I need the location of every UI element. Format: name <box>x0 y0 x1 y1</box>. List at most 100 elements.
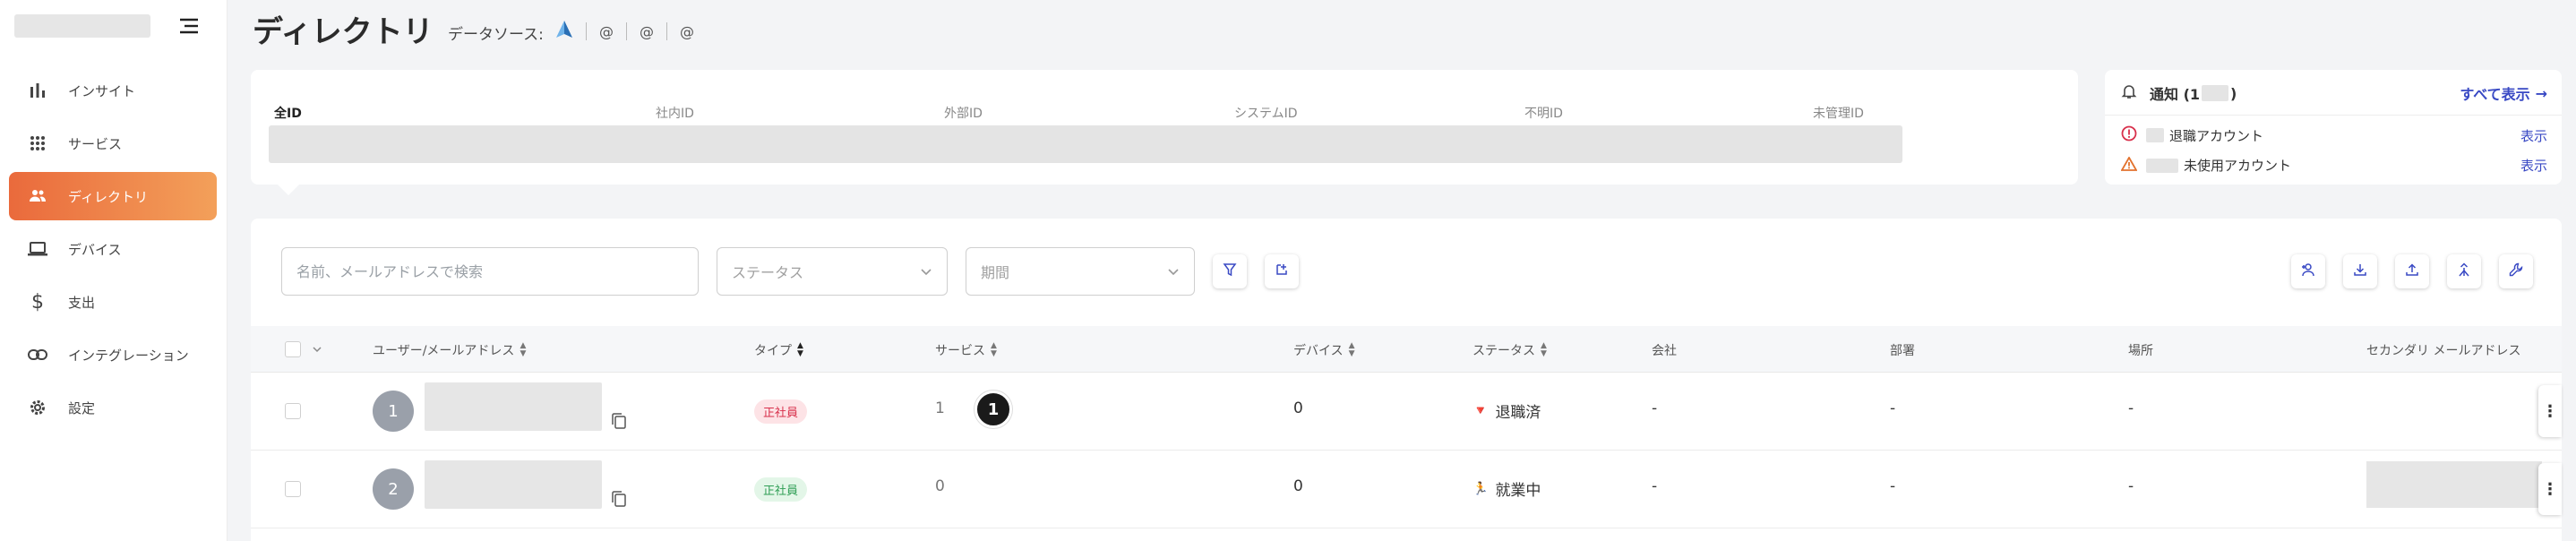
divider <box>586 22 587 40</box>
type-badge: 正社員 <box>754 399 808 424</box>
datasource-icons: @ @ @ <box>555 20 694 43</box>
sidebar-item-spending[interactable]: $ 支出 <box>9 278 217 326</box>
bell-icon <box>2121 83 2137 103</box>
sidebar-item-label: 設定 <box>68 399 96 416</box>
tab-unmanaged-id[interactable]: 未管理ID <box>1813 104 1864 122</box>
sidebar-item-label: インテグレーション <box>68 347 189 364</box>
row-menu-button[interactable]: ⋮ <box>2538 463 2562 515</box>
chevron-down-icon[interactable] <box>312 340 322 357</box>
warning-triangle-icon <box>2120 155 2138 175</box>
datasource-at-icon[interactable]: @ <box>599 23 614 40</box>
service-logo[interactable]: 1 <box>975 391 1012 428</box>
table-row[interactable]: 1 正社員 1 1 0 🔻 退職済 - - - ⋮ <box>251 373 2562 451</box>
select-all-checkbox[interactable] <box>285 341 301 357</box>
download-icon <box>2353 262 2367 280</box>
notification-count-placeholder <box>2146 128 2164 142</box>
tab-all-id[interactable]: 全ID <box>274 104 302 122</box>
tools-button[interactable] <box>2499 254 2533 288</box>
notification-title: 通知 (1 <box>2150 86 2201 103</box>
sidebar-item-insight[interactable]: インサイト <box>9 66 217 115</box>
avatar: 2 <box>373 468 414 510</box>
add-user-icon <box>2300 262 2316 280</box>
column-header-secondary-email: セカンダリ メールアドレス <box>2366 344 2521 358</box>
sidebar-item-devices[interactable]: デバイス <box>9 225 217 273</box>
sidebar-item-label: ディレクトリ <box>68 188 148 205</box>
kebab-icon: ⋮ <box>2542 401 2558 421</box>
tab-unknown-id[interactable]: 不明ID <box>1524 104 1563 122</box>
status-select-placeholder: ステータス <box>732 264 804 281</box>
view-link[interactable]: 表示 <box>2520 156 2547 175</box>
add-user-button[interactable] <box>2291 254 2325 288</box>
column-header-services[interactable]: サービス ▲ ▼ <box>935 341 997 359</box>
copy-icon[interactable] <box>611 490 627 508</box>
merge-icon <box>2457 262 2471 280</box>
id-distribution-bar <box>269 125 1902 163</box>
tab-system-id[interactable]: システムID <box>1234 104 1298 122</box>
status-select[interactable]: ステータス <box>717 247 948 296</box>
tab-internal-id[interactable]: 社内ID <box>656 104 694 122</box>
view-link[interactable]: 表示 <box>2520 126 2547 145</box>
link-icon <box>27 344 48 365</box>
status-label: 退職済 <box>1495 404 1541 422</box>
notification-count <box>2202 85 2229 101</box>
sidebar: インサイト サービス ディレクトリ デバイス $ 支出 インテグレーション 設定 <box>0 0 228 541</box>
sort-icon: ▲ ▼ <box>1348 341 1355 358</box>
sidebar-item-settings[interactable]: 設定 <box>9 383 217 432</box>
sidebar-item-services[interactable]: サービス <box>9 119 217 167</box>
chevron-down-icon <box>1167 263 1180 280</box>
datasource-logo-icon[interactable] <box>555 20 573 43</box>
company-cell: - <box>1652 477 1658 495</box>
status-active-icon: 🏃 <box>1473 481 1489 496</box>
status-cell: 🏃 就業中 <box>1473 477 1541 501</box>
wrench-icon <box>2509 262 2523 280</box>
location-cell: - <box>2128 477 2134 495</box>
sort-icon: ▲ ▼ <box>519 341 527 358</box>
sort-asc-icon: ▲ ▼ <box>797 341 803 358</box>
copy-icon[interactable] <box>611 412 627 430</box>
notification-label: 退職アカウント <box>2169 127 2264 144</box>
divider <box>2105 115 2562 116</box>
sidebar-nav: インサイト サービス ディレクトリ デバイス $ 支出 インテグレーション 設定 <box>9 66 217 436</box>
secondary-email-placeholder <box>2366 461 2542 508</box>
column-settings-button[interactable] <box>1265 254 1299 288</box>
datasource-at-icon[interactable]: @ <box>640 23 654 40</box>
datasource-at-icon[interactable]: @ <box>680 23 694 40</box>
column-header-user[interactable]: ユーザー/メールアドレス ▲ ▼ <box>373 341 526 359</box>
location-cell: - <box>2128 399 2134 417</box>
gear-icon <box>27 397 48 418</box>
alert-circle-icon <box>2121 125 2137 145</box>
row-checkbox[interactable] <box>285 403 301 419</box>
table-row[interactable]: 2 正社員 0 0 🏃 就業中 - - - ⋮ <box>251 451 2562 528</box>
filter-button[interactable] <box>1213 254 1247 288</box>
tab-external-id[interactable]: 外部ID <box>944 104 983 122</box>
device-count: 0 <box>1293 477 1303 495</box>
sidebar-item-integration[interactable]: インテグレーション <box>9 331 217 379</box>
notification-card: 通知 (1 ) すべて表示 → 退職アカウント 表示 未使用アカウント 表示 <box>2105 70 2562 185</box>
service-count: 0 <box>935 477 945 495</box>
grid-icon <box>27 133 48 154</box>
download-button[interactable] <box>2343 254 2377 288</box>
search-input[interactable] <box>281 247 699 296</box>
column-header-department: 部署 <box>1890 344 1915 358</box>
period-select[interactable]: 期間 <box>966 247 1195 296</box>
notification-item: 退職アカウント 表示 <box>2121 125 2547 145</box>
user-name-placeholder <box>425 382 602 431</box>
page-title: ディレクトリ <box>253 14 434 50</box>
logo <box>14 14 150 38</box>
bar-chart-icon <box>27 80 48 101</box>
column-header-devices[interactable]: デバイス ▲ ▼ <box>1293 341 1355 359</box>
upload-button[interactable] <box>2395 254 2429 288</box>
laptop-icon <box>27 238 48 260</box>
row-menu-button[interactable]: ⋮ <box>2538 385 2562 437</box>
company-cell: - <box>1652 399 1658 417</box>
merge-button[interactable] <box>2447 254 2481 288</box>
column-header-type[interactable]: タイプ ▲ ▼ <box>754 341 803 359</box>
row-checkbox[interactable] <box>285 481 301 497</box>
department-cell: - <box>1890 399 1896 417</box>
show-all-link[interactable]: すべて表示 → <box>2460 82 2547 104</box>
column-header-location: 場所 <box>2128 344 2153 358</box>
sidebar-item-directory[interactable]: ディレクトリ <box>9 172 217 220</box>
column-header-status[interactable]: ステータス ▲ ▼ <box>1473 341 1547 359</box>
type-badge: 正社員 <box>754 477 808 502</box>
menu-toggle-icon[interactable] <box>177 16 201 36</box>
